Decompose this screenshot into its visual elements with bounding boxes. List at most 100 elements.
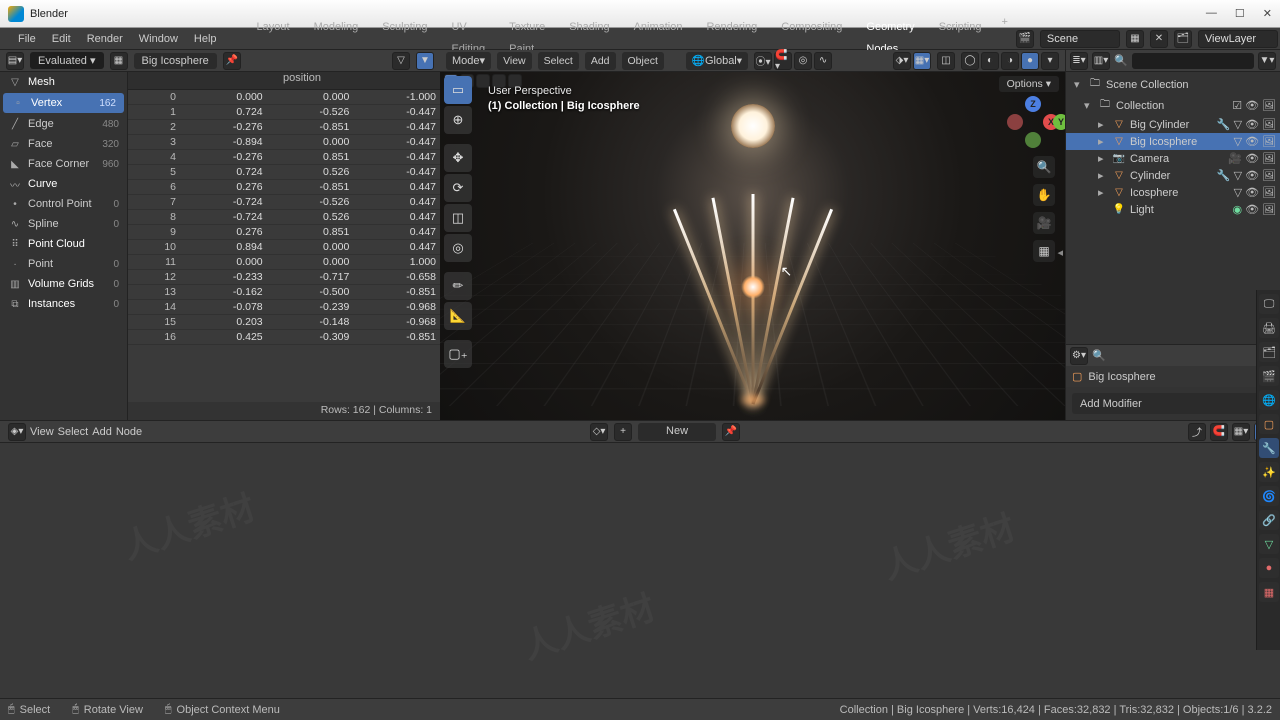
table-row[interactable]: 00.0000.000-1.000 [128, 90, 440, 105]
table-row[interactable]: 160.425-0.309-0.851 [128, 330, 440, 345]
tab-constraints[interactable]: 🔗 [1259, 510, 1279, 530]
gizmo-toggle-button[interactable]: ⬗▾ [893, 52, 911, 70]
outliner-cylinder[interactable]: ▸▽Cylinder🔧▽👁🖼 [1066, 167, 1280, 184]
menu-view[interactable]: View [497, 52, 532, 70]
render-icon[interactable]: 🖼 [1262, 152, 1276, 165]
nodetree-browse-button[interactable]: + [614, 423, 632, 441]
nav-camera-button[interactable]: 🎥 [1033, 212, 1055, 234]
table-row[interactable]: 90.2760.8510.447 [128, 225, 440, 240]
table-row[interactable]: 150.203-0.148-0.968 [128, 315, 440, 330]
table-row[interactable]: 12-0.233-0.717-0.658 [128, 270, 440, 285]
domain-group-pointcloud[interactable]: ⠿Point Cloud [0, 234, 127, 254]
pin-button[interactable]: 📌 [223, 52, 241, 70]
eye-icon[interactable]: 👁 [1245, 203, 1259, 216]
eye-icon[interactable]: 👁 [1245, 99, 1259, 112]
nav-pan-button[interactable]: ✋ [1033, 184, 1055, 206]
outliner-tree[interactable]: ▾🗀Scene Collection ▾🗀Collection☑👁🖼 ▸▽Big… [1066, 72, 1280, 344]
domain-spline[interactable]: ∿Spline0 [0, 214, 127, 234]
outliner-display-mode[interactable]: ▥▾ [1092, 52, 1110, 70]
table-row[interactable]: 10.724-0.526-0.447 [128, 105, 440, 120]
node-menu-node[interactable]: Node [116, 426, 142, 438]
eye-icon[interactable]: 👁 [1245, 135, 1259, 148]
render-icon[interactable]: 🖼 [1262, 203, 1276, 216]
viewport-canvas[interactable]: User Perspective (1) Collection | Big Ic… [440, 72, 1065, 420]
node-overlay-button[interactable]: ▦▾ [1232, 423, 1250, 441]
mirror-button[interactable]: ∿ [814, 52, 832, 70]
nodetree-type-button[interactable]: ◇▾ [590, 423, 608, 441]
editor-type-button[interactable]: ▤▾ [6, 52, 24, 70]
mesh-data-icon[interactable]: ▽ [1234, 118, 1242, 131]
menu-select[interactable]: Select [538, 52, 579, 70]
domain-face[interactable]: ▱Face320 [0, 134, 127, 154]
eye-icon[interactable]: 👁 [1245, 186, 1259, 199]
modifier-icon[interactable]: 🔧 [1217, 169, 1231, 182]
collection-checkbox[interactable]: ☑ [1232, 99, 1242, 112]
tab-render[interactable]: 🖵 [1259, 294, 1279, 314]
tab-physics[interactable]: 🌀 [1259, 486, 1279, 506]
menu-render[interactable]: Render [79, 28, 131, 50]
light-data-icon[interactable]: ◉ [1232, 203, 1242, 216]
pivot-button[interactable]: ⦿▾ [754, 52, 772, 70]
add-modifier-button[interactable]: Add Modifier [1072, 393, 1274, 414]
tool-move[interactable]: ✥ [444, 144, 472, 172]
outliner-filter-button[interactable]: ▼▾ [1258, 52, 1276, 70]
tab-object[interactable]: ▢ [1259, 414, 1279, 434]
pinned-object-field[interactable]: Big Icosphere [134, 53, 217, 69]
domain-volume-grids[interactable]: ▥Volume Grids0 [0, 274, 127, 294]
shading-options-button[interactable]: ▾ [1041, 52, 1059, 70]
window-close-button[interactable]: ✕ [1263, 7, 1272, 20]
render-icon[interactable]: 🖼 [1262, 186, 1276, 199]
new-nodetree-button[interactable]: New [638, 423, 716, 441]
menu-window[interactable]: Window [131, 28, 186, 50]
table-row[interactable]: 50.7240.526-0.447 [128, 165, 440, 180]
properties-editor-type[interactable]: ⚙▾ [1070, 347, 1088, 365]
table-row[interactable]: 3-0.8940.000-0.447 [128, 135, 440, 150]
node-editor-type[interactable]: ◈▾ [8, 423, 26, 441]
shading-solid-button[interactable]: ◐ [981, 52, 999, 70]
tab-viewlayer[interactable]: 🗂 [1259, 342, 1279, 362]
tool-cursor[interactable]: ⊕ [444, 106, 472, 134]
table-row[interactable]: 13-0.162-0.500-0.851 [128, 285, 440, 300]
viewport-options-button[interactable]: Options ▾ [999, 76, 1059, 92]
node-menu-add[interactable]: Add [92, 426, 112, 438]
domain-control-point[interactable]: •Control Point0 [0, 194, 127, 214]
n-panel-toggle[interactable]: ◂ [1057, 246, 1063, 259]
node-snap-button[interactable]: 🧲 [1210, 423, 1228, 441]
window-maximize-button[interactable]: ☐ [1235, 7, 1245, 20]
domain-group-mesh[interactable]: ▽Mesh [0, 72, 127, 92]
window-minimize-button[interactable]: — [1206, 7, 1217, 20]
tool-scale[interactable]: ◫ [444, 204, 472, 232]
tab-data[interactable]: ▽ [1259, 534, 1279, 554]
outliner-icosphere[interactable]: ▸▽Icosphere▽👁🖼 [1066, 184, 1280, 201]
table-row[interactable]: 8-0.7240.5260.447 [128, 210, 440, 225]
menu-help[interactable]: Help [186, 28, 225, 50]
nav-gizmo[interactable]: Z X Y [1007, 96, 1059, 148]
tool-select-box[interactable]: ▭ [444, 76, 472, 104]
scene-browse-button[interactable]: 🎬 [1016, 30, 1034, 48]
mesh-data-icon[interactable]: ▽ [1234, 135, 1242, 148]
outliner-big-icosphere[interactable]: ▸▽Big Icosphere▽👁🖼 [1066, 133, 1280, 150]
domain-face-corner[interactable]: ◣Face Corner960 [0, 154, 127, 174]
eval-state-dropdown[interactable]: Evaluated ▾ [30, 52, 104, 69]
tool-rotate[interactable]: ⟳ [444, 174, 472, 202]
modifier-icon[interactable]: 🔧 [1217, 118, 1231, 131]
outliner-collection[interactable]: ▾🗀Collection☑👁🖼 [1066, 95, 1280, 116]
gizmo-y-axis[interactable]: Y [1053, 114, 1065, 130]
domain-edge[interactable]: ╱Edge480 [0, 114, 127, 134]
render-icon[interactable]: 🖼 [1262, 118, 1276, 131]
domain-instances[interactable]: ⧉Instances0 [0, 294, 127, 314]
gizmo-neg-z[interactable] [1025, 132, 1041, 148]
table-row[interactable]: 14-0.078-0.239-0.968 [128, 300, 440, 315]
table-row[interactable]: 4-0.2760.851-0.447 [128, 150, 440, 165]
mode-dropdown[interactable]: Mode ▾ [446, 52, 491, 70]
render-icon[interactable]: 🖼 [1262, 135, 1276, 148]
tool-measure[interactable]: 📐 [444, 302, 472, 330]
nav-perspective-button[interactable]: ▦ [1033, 240, 1055, 262]
render-icon[interactable]: 🖼 [1262, 169, 1276, 182]
node-menu-view[interactable]: View [30, 426, 54, 438]
mesh-data-icon[interactable]: ▽ [1234, 186, 1242, 199]
viewlayer-name-field[interactable]: ViewLayer [1198, 30, 1278, 48]
gizmo-z-axis[interactable]: Z [1025, 96, 1041, 112]
tab-scene[interactable]: 🎬 [1259, 366, 1279, 386]
tool-transform[interactable]: ◎ [444, 234, 472, 262]
